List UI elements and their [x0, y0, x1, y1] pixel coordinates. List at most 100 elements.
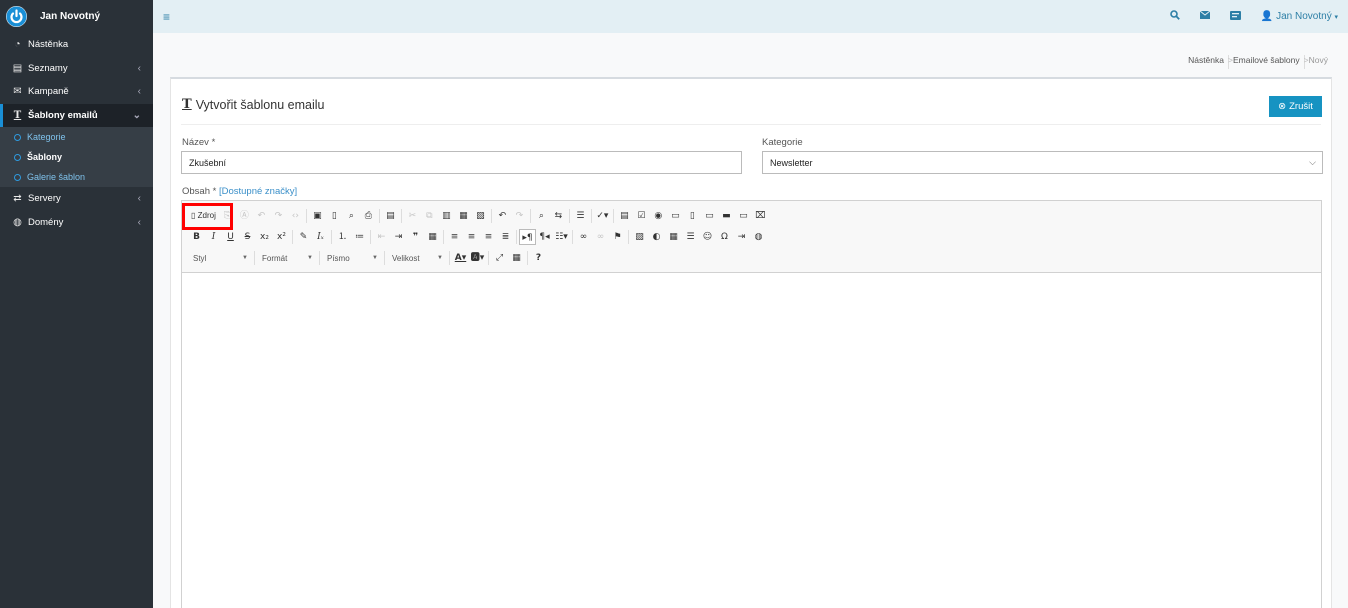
page-break-icon[interactable]: ⇥: [733, 229, 750, 245]
bold-icon[interactable]: B: [188, 229, 205, 245]
chevron-left-icon: ‹: [137, 216, 141, 228]
show-blocks-icon[interactable]: ▦: [508, 250, 525, 266]
indent-icon[interactable]: ⇥: [390, 229, 407, 245]
bulleted-list-icon[interactable]: ≔: [351, 229, 368, 245]
align-left-icon[interactable]: ≡: [446, 229, 463, 245]
spellcheck-icon[interactable]: ✓▾: [594, 208, 611, 224]
toolbar-row: ▯ Zdroj ⎘ Ⓐ ↶ ↷ ‹› ▣ ▯ ⌕ ⎙ ▤ ✂ ⧉ ▥ ▦ ▧ ↶…: [182, 203, 769, 230]
breadcrumb-item[interactable]: Emailové šablony: [1233, 55, 1300, 65]
sidebar-item-domains[interactable]: ◍ Domény ‹: [0, 211, 153, 235]
format-select[interactable]: Formát ▼: [257, 250, 317, 266]
save-icon[interactable]: ▣: [309, 208, 326, 224]
horizontal-line-icon[interactable]: ☰: [682, 229, 699, 245]
maximize-icon[interactable]: ⤢: [491, 250, 508, 266]
image-icon[interactable]: ▨: [631, 229, 648, 245]
form-icon[interactable]: ▤: [616, 208, 633, 224]
card-icon[interactable]: [1229, 10, 1241, 23]
font-select[interactable]: Písmo ▼: [322, 250, 382, 266]
table-icon[interactable]: ▦: [665, 229, 682, 245]
breadcrumb-item[interactable]: Nástěnka: [1188, 55, 1224, 65]
code-icon[interactable]: ‹›: [287, 208, 304, 224]
language-icon[interactable]: ☷▾: [553, 229, 570, 245]
checkbox-icon[interactable]: ☑: [633, 208, 650, 224]
italic-icon[interactable]: I: [205, 229, 222, 245]
unlink-icon[interactable]: ∞: [592, 229, 609, 245]
textarea-icon[interactable]: ▯: [684, 208, 701, 224]
menu-toggle-icon[interactable]: ≡: [163, 10, 170, 24]
align-center-icon[interactable]: ≡: [463, 229, 480, 245]
sidebar-item-dashboard[interactable]: ◔ Nástěnka: [0, 33, 153, 57]
div-icon[interactable]: ▦: [424, 229, 441, 245]
brand-user-name: Jan Novotný: [40, 11, 101, 22]
sidebar-item-templates[interactable]: T Šablony emailů ⌄: [0, 103, 153, 127]
outdent-icon[interactable]: ⇤: [373, 229, 390, 245]
cut-icon[interactable]: ✂: [404, 208, 421, 224]
toolbar-separator: [590, 209, 592, 223]
smiley-icon[interactable]: ☺: [699, 229, 716, 245]
format-icon[interactable]: Ⓐ: [236, 208, 253, 224]
special-char-icon[interactable]: Ω: [716, 229, 733, 245]
copy-format-icon[interactable]: ✎: [295, 229, 312, 245]
sidebar-item-lists[interactable]: ▤ Seznamy ‹: [0, 57, 153, 81]
new-page-icon[interactable]: ▯: [326, 208, 343, 224]
copy-icon[interactable]: ⧉: [421, 208, 438, 224]
find-icon[interactable]: ⌕: [533, 208, 550, 224]
preview-icon[interactable]: ⌕: [343, 208, 360, 224]
paste-word-icon[interactable]: ▧: [472, 208, 489, 224]
textfield-icon[interactable]: ▭: [667, 208, 684, 224]
link-icon[interactable]: ∞: [575, 229, 592, 245]
select-all-icon[interactable]: ☰: [572, 208, 589, 224]
redo-small-icon[interactable]: ↷: [270, 208, 287, 224]
strikethrough-icon[interactable]: S: [239, 229, 256, 245]
button-field-icon[interactable]: ▬: [718, 208, 735, 224]
sidebar-subitem-templates[interactable]: Šablony: [0, 147, 153, 167]
sidebar-subitem-label: Kategorie: [27, 132, 66, 142]
image-button-icon[interactable]: ▭: [735, 208, 752, 224]
redo-icon[interactable]: ↷: [511, 208, 528, 224]
text-direction-rtl-icon[interactable]: ¶◂: [536, 229, 553, 245]
remove-format-icon[interactable]: Iₓ: [312, 229, 329, 245]
size-select[interactable]: Velikost ▼: [387, 250, 447, 266]
print-icon[interactable]: ⎙: [360, 208, 377, 224]
sidebar-subitem-categories[interactable]: Kategorie: [0, 127, 153, 147]
user-menu[interactable]: 👤 Jan Novotný ▾: [1261, 11, 1338, 22]
align-justify-icon[interactable]: ≣: [497, 229, 514, 245]
hidden-field-icon[interactable]: ⌧: [752, 208, 769, 224]
numbered-list-icon[interactable]: ⒈: [334, 229, 351, 245]
iframe-icon[interactable]: ◍: [750, 229, 767, 245]
search-icon[interactable]: [1170, 10, 1180, 23]
text-color-icon[interactable]: A▾: [452, 250, 469, 266]
category-select[interactable]: Newsletter ⌵: [762, 151, 1323, 174]
blockquote-icon[interactable]: ❞: [407, 229, 424, 245]
replace-icon[interactable]: ⇆: [550, 208, 567, 224]
superscript-icon[interactable]: x²: [273, 229, 290, 245]
mail-icon[interactable]: [1199, 10, 1211, 22]
available-tags-link[interactable]: [Dostupné značky]: [219, 186, 297, 197]
sidebar-item-label: Servery: [28, 193, 61, 205]
paste-text-icon[interactable]: ▦: [455, 208, 472, 224]
anchor-flag-icon[interactable]: ⚑: [609, 229, 626, 245]
source-button[interactable]: ▯ Zdroj: [182, 203, 233, 230]
underline-icon[interactable]: U: [222, 229, 239, 245]
undo-small-icon[interactable]: ↶: [253, 208, 270, 224]
caret-down-icon: ▾: [1334, 14, 1338, 21]
help-icon[interactable]: ?: [530, 250, 547, 266]
background-color-icon[interactable]: 🅰▾: [469, 250, 486, 266]
subscript-icon[interactable]: x₂: [256, 229, 273, 245]
cancel-button[interactable]: ⊗ Zrušit: [1269, 96, 1322, 117]
editor-content-area[interactable]: [182, 273, 1321, 608]
chevron-down-icon: ⌵: [1309, 157, 1316, 167]
undo-icon[interactable]: ↶: [494, 208, 511, 224]
flash-icon[interactable]: ◐: [648, 229, 665, 245]
name-field[interactable]: Zkušební: [181, 151, 742, 174]
style-select[interactable]: Styl ▼: [188, 250, 252, 266]
templates-icon[interactable]: ▤: [382, 208, 399, 224]
sidebar-item-campaigns[interactable]: ✉ Kampaně ‹: [0, 80, 153, 104]
radio-icon[interactable]: ◉: [650, 208, 667, 224]
sidebar-subitem-gallery[interactable]: Galerie šablon: [0, 167, 153, 187]
text-direction-ltr-icon[interactable]: ▸¶: [519, 229, 536, 245]
select-field-icon[interactable]: ▭: [701, 208, 718, 224]
sidebar-item-servers[interactable]: ⇄ Servery ‹: [0, 187, 153, 211]
paste-icon[interactable]: ▥: [438, 208, 455, 224]
align-right-icon[interactable]: ≡: [480, 229, 497, 245]
